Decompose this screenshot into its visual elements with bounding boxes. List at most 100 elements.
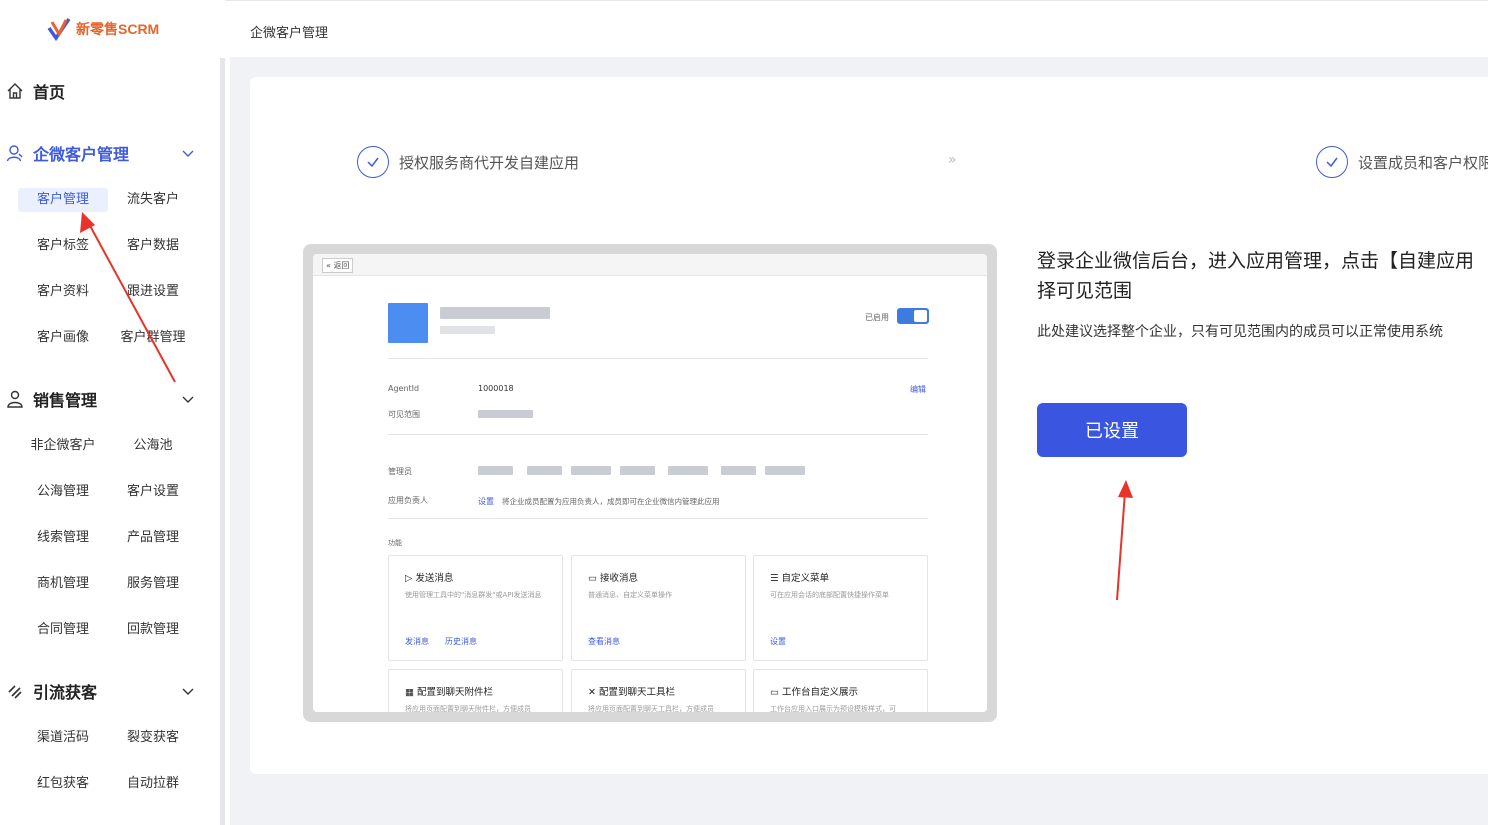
sidebar-item-pool-management[interactable]: 公海管理 [18, 480, 108, 504]
nav-group-label: 引流获客 [33, 683, 98, 702]
divider [388, 518, 928, 519]
sidebar-item-customer-tags[interactable]: 客户标签 [18, 234, 108, 258]
app-logo[interactable]: 新零售SCRM [46, 15, 159, 43]
chevron-down-icon[interactable] [181, 684, 195, 698]
function-desc: 工作台应用入口展示为预设模板样式，可 [770, 705, 896, 712]
admin-blurred [668, 466, 708, 475]
logo-icon [47, 18, 71, 42]
send-icon: ▷ 发送消息 [405, 573, 454, 584]
workbench-icon: ▭ 工作台自定义展示 [770, 687, 859, 698]
step-authorize: 授权服务商代开发自建应用 [357, 146, 579, 178]
nav-group-wecom-customers[interactable]: 企微客户管理 [0, 138, 220, 168]
app-logo-blurred [388, 303, 428, 343]
edit-link: 编辑 [910, 385, 926, 394]
check-icon [1316, 146, 1348, 178]
admin-blurred [721, 466, 756, 475]
agentid-value: 1000018 [478, 384, 514, 393]
owner-description: 将企业成员配置为应用负责人，成员即可在企业微信内管理此应用 [502, 497, 720, 506]
function-desc: 将应用页面配置到聊天附件栏，方便成员 [405, 705, 531, 712]
chevron-down-icon[interactable] [181, 392, 195, 406]
sidebar-item-products[interactable]: 产品管理 [108, 526, 198, 550]
function-card-receive: ▭ 接收消息 普通消息、自定义菜单操作 查看消息 [571, 555, 746, 661]
instruction-title: 登录企业微信后台，进入应用管理，点击【自建应用 择可见范围 [1037, 246, 1488, 306]
owner-set-link: 设置 [478, 497, 494, 506]
sidebar-item-customer-profile[interactable]: 客户资料 [18, 280, 108, 304]
nav-home-label: 首页 [33, 83, 66, 102]
function-title: 自定义菜单 [781, 573, 830, 584]
visible-range-label: 可见范围 [388, 410, 420, 419]
mock-topbar: « 返回 [313, 254, 987, 276]
sidebar-item-customer-management[interactable]: 客户管理 [18, 188, 108, 212]
admin-blurred [571, 466, 611, 475]
function-link: 查看消息 [588, 637, 620, 646]
step-separator-icon: » [948, 152, 957, 168]
sidebar-item-customer-settings[interactable]: 客户设置 [108, 480, 198, 504]
page-title: 企微客户管理 [250, 26, 329, 41]
function-desc: 普通消息、自定义菜单操作 [588, 591, 672, 599]
sidebar-item-lost-customers[interactable]: 流失客户 [108, 188, 198, 212]
agentid-label: AgentId [388, 384, 420, 393]
user-icon [6, 145, 23, 162]
admin-label: 管理员 [388, 467, 412, 476]
admin-blurred [620, 466, 655, 475]
nav-group-label: 销售管理 [33, 391, 98, 410]
menu-icon: ☰ 自定义菜单 [770, 573, 830, 584]
sidebar-item-customer-data[interactable]: 客户数据 [108, 234, 198, 258]
function-desc: 可在应用会话的底部配置快捷操作菜单 [770, 591, 889, 599]
top-bar: 企微客户管理 [225, 0, 1488, 57]
logo-text: 新零售SCRM [76, 21, 160, 37]
sidebar-item-leads[interactable]: 线索管理 [18, 526, 108, 550]
enabled-label: 已启用 [865, 313, 889, 322]
already-set-button[interactable]: 已设置 [1037, 403, 1187, 457]
sidebar-item-payments[interactable]: 回款管理 [108, 618, 198, 642]
function-card-attachment: ▦ 配置到聊天附件栏 将应用页面配置到聊天附件栏，方便成员 [388, 669, 563, 712]
owner-label: 应用负责人 [388, 496, 428, 505]
function-title: 接收消息 [600, 573, 639, 584]
message-icon: ▭ 接收消息 [588, 573, 639, 584]
step-permissions: 设置成员和客户权限 [1316, 146, 1488, 178]
nav-home[interactable]: 首页 [0, 76, 220, 106]
sidebar: 新零售SCRM 首页 企微客户管理 客户管理 流失客户 客户标签 客户数据 客户… [0, 0, 220, 825]
sidebar-item-auto-group[interactable]: 自动拉群 [108, 772, 198, 796]
function-card-menu: ☰ 自定义菜单 可在应用会话的底部配置快捷操作菜单 设置 [753, 555, 928, 661]
instruction-title-line: 登录企业微信后台，进入应用管理，点击【自建应用 [1037, 250, 1475, 272]
funnel-icon [8, 685, 22, 699]
mock-back-button: « 返回 [322, 258, 354, 273]
function-card-send: ▷ 发送消息 使用管理工具中的"消息群发"或API发送消息 发消息 历史消息 [388, 555, 563, 661]
sidebar-item-customer-portrait[interactable]: 客户画像 [18, 326, 108, 350]
function-title: 工作台自定义展示 [782, 687, 859, 698]
divider [388, 358, 928, 359]
divider [388, 434, 928, 435]
sidebar-item-fission[interactable]: 裂变获客 [108, 726, 198, 750]
function-card-toolbar: ✕ 配置到聊天工具栏 将应用页面配置到聊天工具栏，方便成员 [571, 669, 746, 712]
sidebar-item-services[interactable]: 服务管理 [108, 572, 198, 596]
sidebar-item-non-wecom-customers[interactable]: 非企微客户 [18, 434, 108, 458]
sidebar-item-channel-codes[interactable]: 渠道活码 [18, 726, 108, 750]
sidebar-scrollbar[interactable] [220, 58, 225, 825]
nav-group-sales[interactable]: 销售管理 [0, 384, 220, 414]
admin-blurred [478, 466, 513, 475]
sidebar-item-group-management[interactable]: 客户群管理 [108, 326, 198, 350]
function-label: 功能 [388, 539, 402, 547]
sidebar-item-public-pool[interactable]: 公海池 [108, 434, 198, 458]
sidebar-item-red-packet[interactable]: 红包获客 [18, 772, 108, 796]
function-desc: 将应用页面配置到聊天工具栏，方便成员 [588, 705, 714, 712]
nav-group-label: 企微客户管理 [33, 145, 130, 164]
attachment-icon: ▦ 配置到聊天附件栏 [405, 687, 494, 698]
instruction-title-line: 择可见范围 [1037, 280, 1133, 302]
wecom-app-page: « 返回 已启用 AgentId 1000018 编辑 可见范围 管理员 应用负… [313, 254, 987, 712]
visible-range-blurred [478, 410, 533, 418]
function-desc: 使用管理工具中的"消息群发"或API发送消息 [405, 591, 542, 599]
function-link: 设置 [770, 637, 786, 646]
nav-group-lead-gen[interactable]: 引流获客 [0, 676, 220, 706]
instruction-subtitle: 此处建议选择整个企业，只有可见范围内的成员可以正常使用系统 [1037, 324, 1443, 340]
app-name-blurred [440, 307, 550, 319]
enabled-toggle [897, 308, 929, 324]
sidebar-item-followup-settings[interactable]: 跟进设置 [108, 280, 198, 304]
chevron-down-icon[interactable] [181, 146, 195, 160]
sidebar-item-opportunities[interactable]: 商机管理 [18, 572, 108, 596]
function-title: 配置到聊天附件栏 [417, 687, 494, 698]
function-card-workbench: ▭ 工作台自定义展示 工作台应用入口展示为预设模板样式，可 [753, 669, 928, 712]
sidebar-item-contracts[interactable]: 合同管理 [18, 618, 108, 642]
check-icon [357, 146, 389, 178]
